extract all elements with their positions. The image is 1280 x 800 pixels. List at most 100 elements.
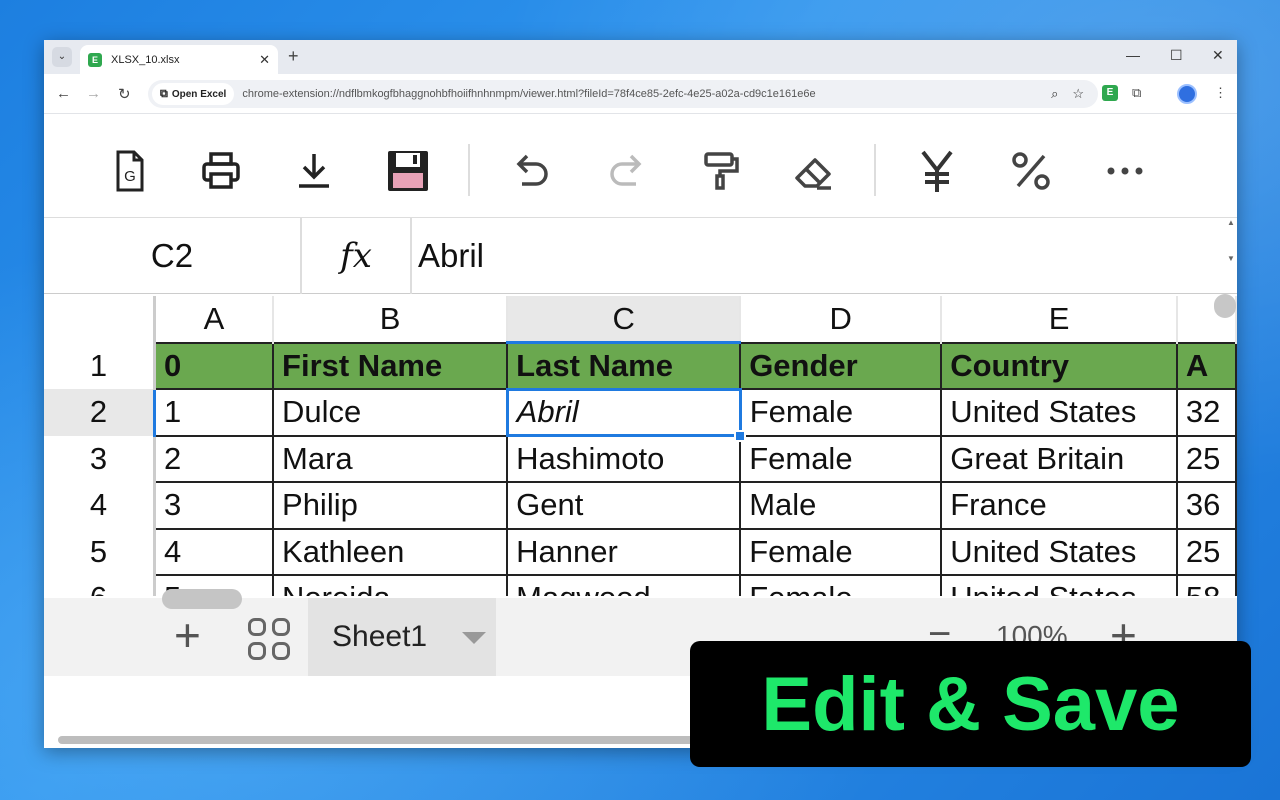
url-text[interactable]: chrome-extension://ndflbmkogfbhaggnohbfh… bbox=[242, 88, 1051, 100]
extensions-puzzle-icon[interactable]: ⧉ bbox=[1132, 85, 1141, 101]
grid-cell[interactable]: United States bbox=[940, 574, 1178, 596]
toolbar-divider bbox=[468, 144, 470, 196]
grid-cell[interactable]: 0 bbox=[153, 341, 275, 390]
grid-cell[interactable]: Mara bbox=[272, 434, 509, 483]
window-close-icon[interactable]: ✕ bbox=[1212, 47, 1224, 64]
grid-cell[interactable]: Gender bbox=[739, 341, 943, 390]
column-header[interactable]: D bbox=[740, 296, 943, 343]
bookmark-star-icon[interactable]: ☆ bbox=[1072, 86, 1084, 102]
maximize-icon[interactable]: ☐ bbox=[1170, 47, 1183, 64]
grid-cell[interactable]: 25 bbox=[1175, 527, 1237, 576]
format-painter-button[interactable] bbox=[696, 146, 746, 196]
grid-cell[interactable]: Philip bbox=[272, 481, 509, 530]
table-row: 5 4 Kathleen Hanner Female United States 25 bbox=[44, 527, 1237, 576]
grid-cell[interactable]: Male bbox=[739, 481, 943, 530]
table-row: 4 3 Philip Gent Male France 36 bbox=[44, 481, 1237, 530]
row-header[interactable]: 4 bbox=[44, 482, 156, 529]
grid-cell[interactable]: 3 bbox=[153, 481, 275, 530]
grid-cell[interactable]: Nereida bbox=[272, 574, 509, 596]
fill-handle[interactable] bbox=[734, 429, 747, 442]
clear-format-button[interactable] bbox=[789, 146, 839, 196]
zoom-magnifier-icon[interactable]: ⌕ bbox=[1051, 86, 1058, 102]
reload-icon[interactable]: ↻ bbox=[118, 85, 131, 103]
tab-close-icon[interactable]: ✕ bbox=[259, 52, 270, 68]
row-header[interactable]: 5 bbox=[44, 528, 156, 575]
row-header[interactable]: 1 bbox=[44, 342, 156, 389]
grid-cell[interactable]: Female bbox=[739, 388, 943, 437]
row-header[interactable]: 2 bbox=[44, 389, 156, 436]
open-google-sheets-button[interactable]: G bbox=[104, 146, 154, 196]
grid-cell[interactable]: Female bbox=[739, 574, 943, 596]
fx-icon: fx bbox=[302, 218, 412, 294]
eraser-icon bbox=[795, 158, 831, 190]
grid-cell[interactable]: 36 bbox=[1175, 481, 1237, 530]
tab-strip: ⌄ E XLSX_10.xlsx ✕ + — ☐ ✕ bbox=[44, 40, 1237, 74]
sheet-tab-label: Sheet1 bbox=[332, 620, 428, 653]
grid-cell[interactable]: France bbox=[940, 481, 1178, 530]
vertical-scrollbar-thumb[interactable] bbox=[1214, 294, 1236, 318]
currency-format-button[interactable] bbox=[912, 146, 962, 196]
grid-corner[interactable] bbox=[44, 296, 156, 343]
active-cell[interactable]: Abril bbox=[505, 387, 742, 437]
grid-cell[interactable]: 2 bbox=[153, 434, 275, 483]
browser-tab[interactable]: E XLSX_10.xlsx ✕ bbox=[80, 45, 278, 74]
horizontal-scrollbar-thumb[interactable] bbox=[162, 589, 242, 609]
grid-cell[interactable]: First Name bbox=[272, 341, 509, 390]
sheet-menu-caret-icon[interactable] bbox=[462, 632, 486, 644]
open-excel-extension-icon[interactable]: E bbox=[1102, 85, 1118, 101]
spreadsheet-toolbar: G bbox=[44, 114, 1237, 218]
column-header[interactable]: C bbox=[507, 296, 742, 344]
column-header[interactable]: B bbox=[273, 296, 509, 343]
print-button[interactable] bbox=[196, 146, 246, 196]
all-sheets-grid-icon[interactable] bbox=[248, 618, 290, 660]
table-row: 3 2 Mara Hashimoto Female Great Britain 25 bbox=[44, 434, 1237, 483]
grid-cell[interactable]: Kathleen bbox=[272, 527, 509, 576]
undo-button[interactable] bbox=[506, 146, 556, 196]
new-tab-button[interactable]: + bbox=[288, 46, 299, 67]
grid-cell[interactable]: 1 bbox=[153, 388, 275, 437]
grid-cell[interactable]: United States bbox=[940, 527, 1178, 576]
more-options-button[interactable] bbox=[1100, 146, 1150, 196]
forward-arrow-icon[interactable]: → bbox=[86, 85, 101, 102]
document-g-icon: G bbox=[116, 150, 144, 192]
grid-cell[interactable]: 25 bbox=[1175, 434, 1237, 483]
download-button[interactable] bbox=[289, 146, 339, 196]
formula-scrollbar[interactable]: ▲ ▼ bbox=[1225, 218, 1237, 294]
row-header[interactable]: 3 bbox=[44, 435, 156, 482]
grid-cell[interactable]: Last Name bbox=[506, 341, 742, 390]
extension-puzzle-icon: ⧉ bbox=[160, 87, 168, 100]
grid-cell[interactable]: Dulce bbox=[272, 388, 509, 437]
site-chip[interactable]: ⧉ Open Excel bbox=[152, 83, 235, 105]
formula-input[interactable]: Abril bbox=[418, 218, 484, 294]
column-header[interactable]: A bbox=[154, 296, 275, 343]
minimize-icon[interactable]: — bbox=[1126, 47, 1140, 63]
grid-cell[interactable]: 58 bbox=[1175, 574, 1237, 596]
column-header[interactable]: E bbox=[941, 296, 1178, 343]
cell-name-box[interactable]: C2 bbox=[44, 218, 302, 294]
grid-cell[interactable]: Female bbox=[739, 527, 943, 576]
tab-search-icon[interactable]: ⌄ bbox=[52, 47, 72, 67]
percent-icon bbox=[1012, 152, 1050, 190]
omnibox[interactable]: ⧉ Open Excel chrome-extension://ndflbmko… bbox=[148, 80, 1098, 108]
percent-format-button[interactable] bbox=[1006, 146, 1056, 196]
grid-cell[interactable]: 32 bbox=[1175, 388, 1237, 437]
grid-cell[interactable]: Hanner bbox=[506, 527, 742, 576]
yen-currency-icon bbox=[921, 150, 953, 192]
grid-cell[interactable]: Female bbox=[739, 434, 943, 483]
grid-cell[interactable]: Country bbox=[940, 341, 1178, 390]
profile-avatar[interactable] bbox=[1177, 84, 1197, 104]
grid-cell[interactable]: Great Britain bbox=[940, 434, 1178, 483]
grid-cell[interactable]: Magwood bbox=[506, 574, 742, 596]
back-arrow-icon[interactable]: ← bbox=[56, 85, 71, 102]
add-sheet-button[interactable]: + bbox=[174, 612, 201, 658]
grid-cell[interactable]: Hashimoto bbox=[506, 434, 742, 483]
paint-roller-icon bbox=[704, 152, 739, 190]
grid-cell[interactable]: A bbox=[1175, 341, 1237, 390]
redo-button[interactable] bbox=[602, 146, 652, 196]
grid-cell[interactable]: United States bbox=[940, 388, 1178, 437]
save-button[interactable] bbox=[383, 146, 433, 196]
grid-cell[interactable]: Gent bbox=[506, 481, 742, 530]
grid-cell[interactable]: 4 bbox=[153, 527, 275, 576]
browser-menu-icon[interactable]: ⋮ bbox=[1214, 85, 1227, 101]
row-header[interactable]: 6 bbox=[44, 575, 156, 596]
